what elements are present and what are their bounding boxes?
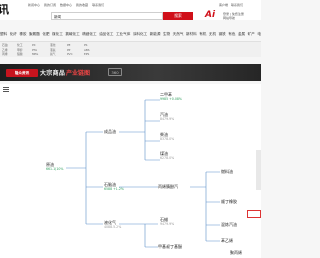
chain-node-gasoline[interactable]: 汽油 8479.9% — [160, 112, 174, 121]
node-name: 苯乙烯 — [221, 238, 233, 243]
category-link[interactable]: 有机 — [199, 31, 206, 38]
nav-link[interactable]: 新闻中心 — [28, 3, 40, 7]
top-nav: 新闻中心 我的订阅 数据中心 我的收藏 联系我们 — [28, 3, 104, 7]
chain-node-polypropylene[interactable]: 聚丙烯 — [230, 250, 242, 255]
category-link[interactable]: 塑料 — [0, 31, 7, 38]
category-link[interactable]: 新材料 — [186, 31, 197, 38]
chain-node-mtbe[interactable]: 甲基叔丁基醚 — [158, 244, 182, 249]
node-value: 6278.0% — [160, 156, 175, 160]
category-link[interactable]: 氯碱化工 — [65, 31, 79, 38]
industry-chain-diagram: 原油 661.1(10% 成品油 石脑油 6588 +1.2% 液化气 4088… — [0, 84, 261, 258]
category-link[interactable]: 无机 — [209, 31, 216, 38]
top-right-nav: 客户端 联系我们 — [219, 3, 243, 7]
category-link[interactable]: 精细化工 — [82, 31, 96, 38]
chain-node-blended-gasoline[interactable]: 混炼汽油 — [221, 222, 237, 227]
search-input[interactable]: 新闻 — [51, 12, 163, 20]
category-link[interactable]: 橡胶 — [19, 31, 26, 38]
banner-title: 大宗商品 — [40, 70, 66, 77]
node-name: 混炼汽油 — [221, 222, 237, 227]
node-name: 丙烯腈酚汽 — [158, 184, 178, 189]
category-link[interactable]: 生物 — [163, 31, 170, 38]
floating-popup[interactable] — [247, 210, 261, 218]
search-category-select[interactable]: 新闻 — [54, 15, 61, 20]
category-link[interactable]: 有色 — [228, 31, 235, 38]
subnav-column: PX PTA MEG — [32, 43, 38, 57]
site-logo[interactable]: 讯 — [0, 1, 9, 17]
site-nav-link[interactable]: 网站导航 — [223, 16, 261, 20]
nav-link[interactable]: 客户端 — [219, 3, 228, 7]
nav-link[interactable]: 我的订阅 — [44, 3, 56, 7]
node-name: 甲基叔丁基醚 — [158, 244, 182, 249]
category-link[interactable]: 化纤 — [10, 31, 17, 38]
top-header: 讯 新闻中心 我的订阅 数据中心 我的收藏 联系我们 客户端 联系我们 新闻 搜… — [0, 0, 261, 20]
category-link[interactable]: 油品化工 — [99, 31, 113, 38]
subnav-link[interactable]: PVC — [67, 52, 73, 57]
chain-banner: 隆众资讯 大宗商品 产业链图 360 — [0, 64, 261, 81]
subnav-link[interactable]: 化工 — [17, 43, 23, 48]
nav-link[interactable]: 我的收藏 — [76, 3, 88, 7]
node-value: 9985 +0.08% — [160, 97, 182, 101]
category-link[interactable]: 矿产 — [248, 31, 255, 38]
chain-node-styrene[interactable]: 苯乙烯 — [221, 238, 233, 243]
subnav-link[interactable]: 液化 — [50, 43, 56, 48]
node-name: 聚丙烯 — [230, 250, 242, 255]
chain-node-refined-oil[interactable]: 成品油 — [104, 129, 116, 134]
chain-node-butadiene-rubber[interactable]: 顺丁橡胶 — [221, 199, 237, 204]
chain-node-lpg[interactable]: 液化气 4088.5.2% — [104, 220, 121, 229]
category-link[interactable]: 煤化工 — [52, 31, 63, 38]
subnav-column: 石油 乙烯 丙烯 — [2, 43, 8, 57]
subnav-link[interactable]: EPS — [84, 52, 90, 57]
subnav-column: 化工 甲醇 醋酸 — [17, 43, 23, 57]
nav-link[interactable]: 联系我们 — [92, 3, 104, 7]
ai-logo-icon[interactable]: Ai — [205, 11, 217, 20]
category-nav: 塑料 化纤 橡胶 聚氨酯 化肥 煤化工 氯碱化工 精细化工 油品化工 工业气体 … — [0, 31, 261, 38]
node-name: 成品油 — [104, 129, 116, 134]
chain-node-paraffin[interactable]: 石蜡 9479.9% — [160, 217, 174, 226]
banner-subtitle: 产业链图 — [66, 70, 91, 77]
subnav-link[interactable]: 氮气 — [50, 52, 56, 57]
node-value: 4088.5.2% — [104, 225, 122, 229]
chain-node-xylene[interactable]: 二甲苯 9985 +0.08% — [160, 92, 182, 101]
chain-node-diesel[interactable]: 柴油 8378.0% — [160, 132, 174, 141]
category-link[interactable]: 天然气 — [173, 31, 184, 38]
subnav-column: PE PP PVC — [67, 43, 73, 57]
subnav-link[interactable]: 石油 — [2, 43, 8, 48]
nav-link[interactable]: 数据中心 — [60, 3, 72, 7]
node-value: 8378.0% — [160, 137, 175, 141]
subnav-link[interactable]: 丙烯 — [2, 52, 8, 57]
subnav-link[interactable]: 醋酸 — [17, 52, 23, 57]
subnav-link[interactable]: MEG — [32, 52, 38, 57]
chain-node-fuel-oil[interactable]: 燃料油 — [221, 169, 233, 174]
node-value: 6588 +1.2% — [104, 187, 124, 191]
search-button[interactable]: 搜索 — [163, 12, 193, 20]
category-link[interactable]: 新能源 — [150, 31, 161, 38]
node-name: 燃料油 — [221, 169, 233, 174]
subnav-column: PS ABS EPS — [84, 43, 90, 57]
category-link[interactable]: 电力 — [257, 31, 261, 38]
sub-category-nav: 石油 乙烯 丙烯 化工 甲醇 醋酸 PX PTA MEG 液化 液氨 氮气 PE… — [0, 41, 261, 57]
node-value: 8479.9% — [160, 117, 175, 121]
node-name: 顺丁橡胶 — [221, 199, 237, 204]
node-value: 661.1(10% — [46, 167, 64, 171]
banner-badge: 360 — [108, 68, 122, 76]
side-scrollbar[interactable] — [256, 150, 261, 190]
category-link[interactable]: 聚氨酯 — [29, 31, 40, 38]
chain-node-acrylonitrile[interactable]: 丙烯腈酚汽 — [158, 184, 178, 189]
category-link[interactable]: 化肥 — [42, 31, 49, 38]
banner-logo[interactable]: 隆众资讯 — [6, 69, 38, 77]
category-link[interactable]: 工业气体 — [116, 31, 130, 38]
account-links: 登录 | 免费注册 网站导航 — [223, 12, 261, 20]
chain-node-crude-oil[interactable]: 原油 661.1(10% — [46, 162, 63, 171]
node-value: 9479.9% — [160, 222, 175, 226]
chain-node-kerosene[interactable]: 煤油 6278.0% — [160, 151, 174, 160]
category-link[interactable]: 涂料化工 — [133, 31, 147, 38]
nav-link[interactable]: 联系我们 — [231, 3, 243, 7]
category-link[interactable]: 金属 — [238, 31, 245, 38]
category-link[interactable]: 钢铁 — [219, 31, 226, 38]
chain-node-naphtha[interactable]: 石脑油 6588 +1.2% — [104, 182, 124, 191]
subnav-column: 液化 液氨 氮气 — [50, 43, 56, 57]
